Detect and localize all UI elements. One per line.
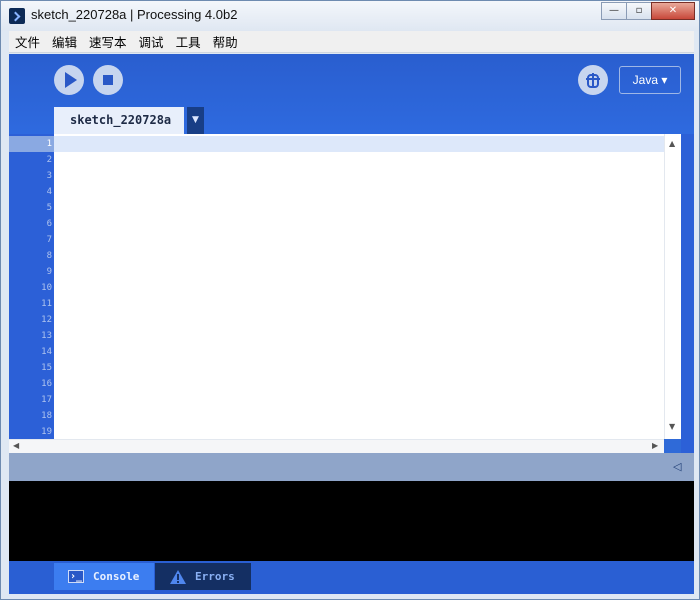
tab-menu-button[interactable]: ▼: [187, 107, 204, 134]
collapse-console-icon[interactable]: ◁: [673, 460, 681, 473]
main-area: Java ▾ sketch_220728a ▼ 1 2 3 4 5 6 7 8 …: [9, 54, 694, 594]
line-number: 19: [41, 427, 52, 437]
stop-icon[interactable]: [93, 65, 123, 95]
current-line-highlight: [54, 136, 664, 152]
minimize-button[interactable]: —: [601, 2, 627, 20]
line-number: 12: [41, 315, 52, 325]
console-tab-label: Console: [93, 570, 140, 583]
line-number: 3: [46, 171, 52, 181]
editor-margin: [681, 134, 694, 453]
menu-help[interactable]: 帮助: [207, 32, 244, 51]
menu-edit[interactable]: 编辑: [46, 32, 83, 51]
close-button[interactable]: ✕: [651, 2, 695, 20]
scroll-left-icon[interactable]: ◀: [13, 441, 19, 450]
menu-file[interactable]: 文件: [9, 32, 46, 51]
horizontal-scrollbar[interactable]: ◀ ▶: [9, 439, 664, 453]
menu-sketch[interactable]: 速写本: [83, 32, 133, 51]
window-title: sketch_220728a | Processing 4.0b2: [31, 7, 238, 22]
warning-icon: [169, 568, 187, 595]
line-number: 6: [46, 219, 52, 229]
scroll-down-icon[interactable]: ▼: [669, 422, 675, 431]
bottom-tab-bar: Console Errors: [9, 561, 694, 594]
maximize-button[interactable]: ▫: [626, 2, 652, 20]
line-number: 5: [46, 203, 52, 213]
window-controls: — ▫ ✕: [601, 2, 695, 20]
line-number: 4: [46, 187, 52, 197]
line-number: 2: [46, 155, 52, 165]
line-number: 14: [41, 347, 52, 357]
line-number: 1: [9, 136, 54, 152]
errors-tab-label: Errors: [195, 570, 235, 583]
console-divider[interactable]: ◁: [9, 453, 694, 481]
console-icon: [68, 563, 84, 590]
app-window: sketch_220728a | Processing 4.0b2 — ▫ ✕ …: [0, 0, 700, 600]
line-number: 11: [41, 299, 52, 309]
line-number: 18: [41, 411, 52, 421]
mode-selector[interactable]: Java ▾: [619, 66, 681, 94]
line-number: 15: [41, 363, 52, 373]
line-number-gutter: 1 2 3 4 5 6 7 8 9 10 11 12 13 14 15 16 1…: [9, 134, 54, 439]
console-output[interactable]: [9, 481, 694, 561]
line-number: 10: [41, 283, 52, 293]
toolbar: Java ▾ sketch_220728a ▼: [9, 54, 694, 134]
line-number: 16: [41, 379, 52, 389]
debug-icon[interactable]: [578, 65, 608, 95]
processing-logo-icon: [9, 8, 25, 24]
tab-sketch[interactable]: sketch_220728a: [54, 107, 184, 134]
menu-debug[interactable]: 调试: [133, 32, 170, 51]
vertical-scrollbar[interactable]: ▲ ▼: [664, 134, 681, 439]
menu-tools[interactable]: 工具: [170, 32, 207, 51]
line-number: 7: [46, 235, 52, 245]
scroll-up-icon[interactable]: ▲: [669, 139, 675, 148]
scroll-right-icon[interactable]: ▶: [652, 441, 658, 450]
tab-errors[interactable]: Errors: [155, 563, 251, 590]
line-number: 17: [41, 395, 52, 405]
menu-bar: 文件 编辑 速写本 调试 工具 帮助: [9, 31, 694, 53]
title-bar: sketch_220728a | Processing 4.0b2 — ▫ ✕: [1, 1, 699, 31]
line-number: 8: [46, 251, 52, 261]
tab-console[interactable]: Console: [54, 563, 154, 590]
line-number: 13: [41, 331, 52, 341]
play-icon[interactable]: [54, 65, 84, 95]
code-editor[interactable]: 1 2 3 4 5 6 7 8 9 10 11 12 13 14 15 16 1…: [9, 134, 694, 453]
line-number: 9: [46, 267, 52, 277]
